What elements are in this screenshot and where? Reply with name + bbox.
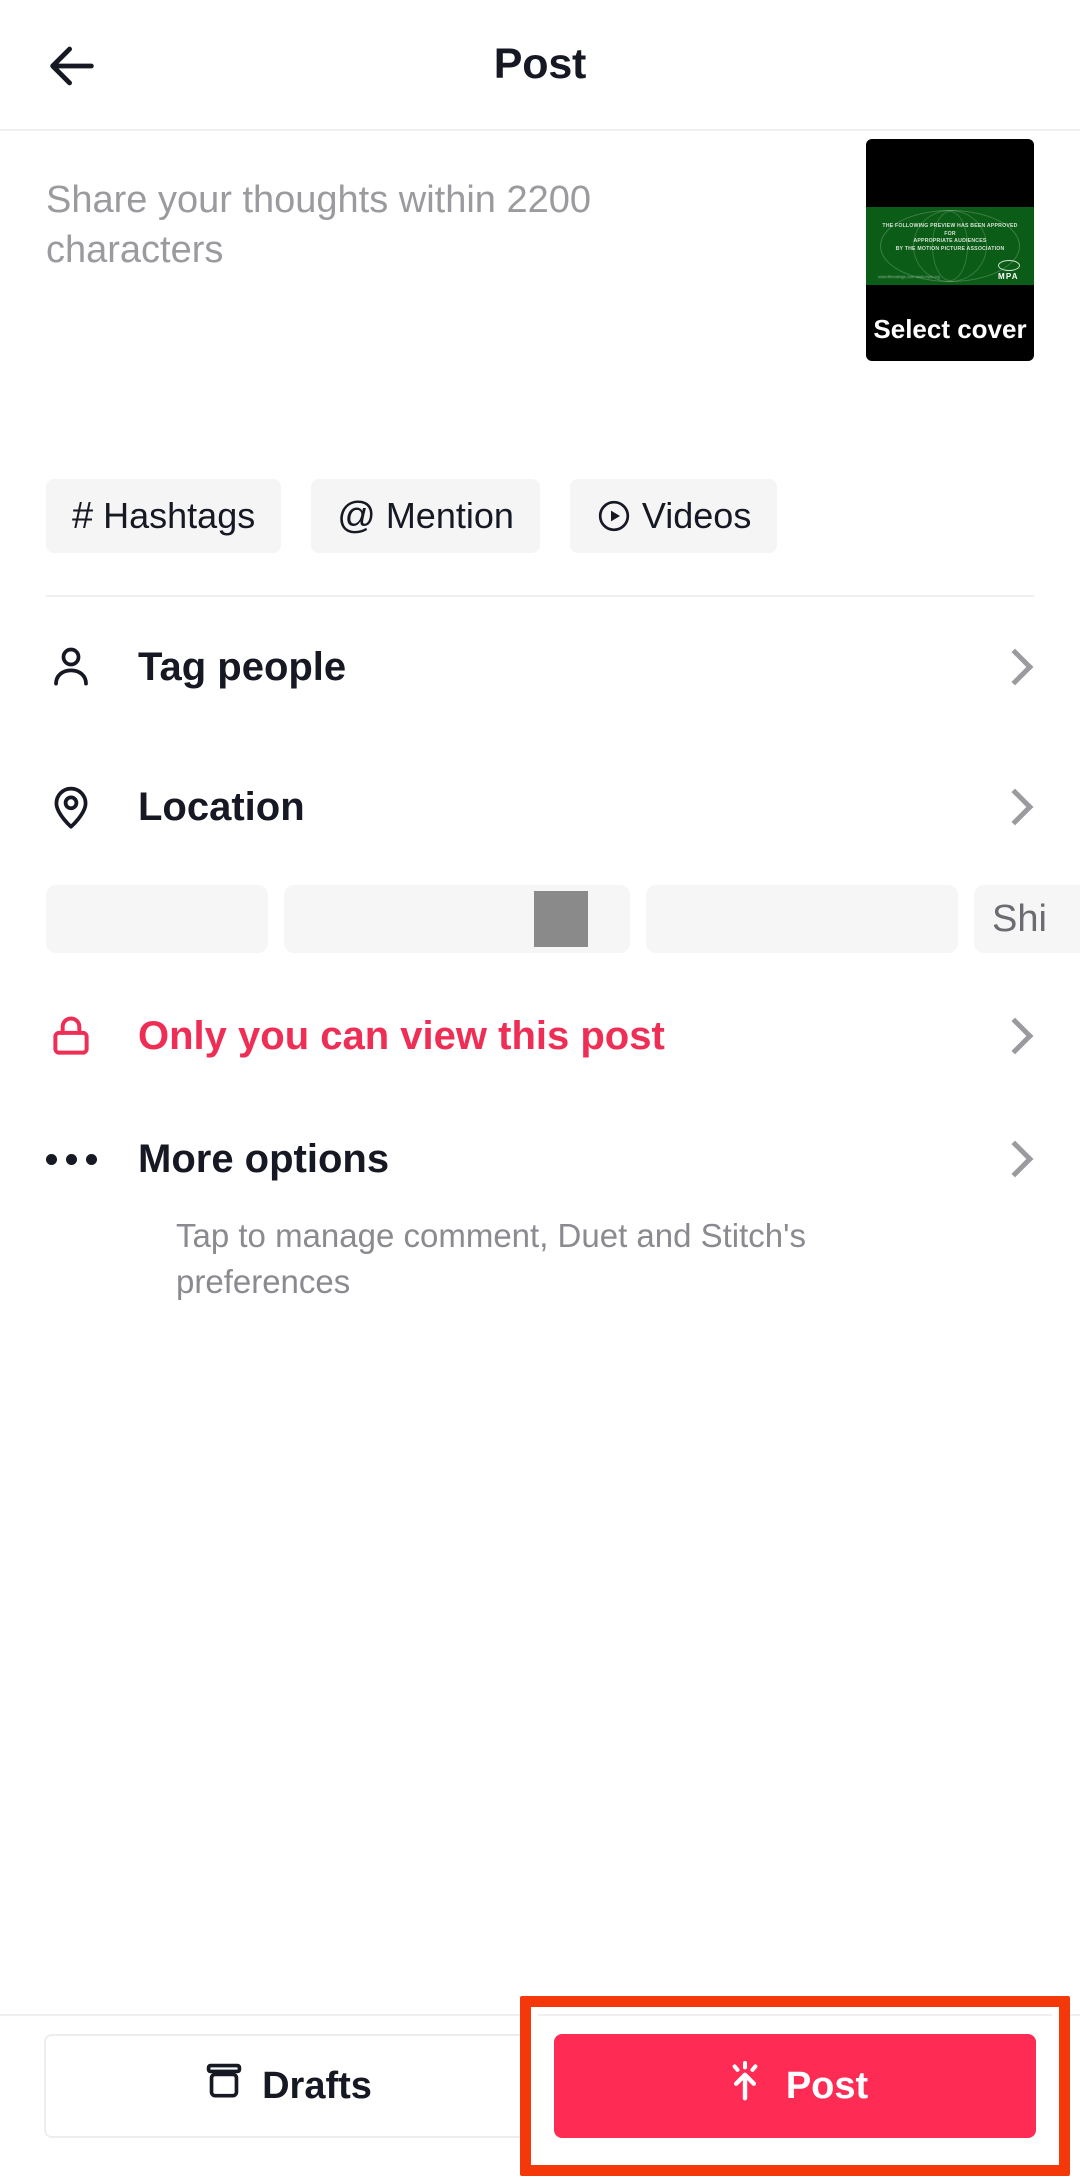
archive-box-icon [202,2059,246,2113]
chevron-right-icon [996,788,1034,826]
back-button[interactable] [34,28,110,104]
skeleton-chip [284,885,630,953]
skeleton-chip [646,885,958,953]
header-bar: Post [0,0,1080,131]
row-more-options[interactable]: More options Tap to manage comment, Duet… [0,1111,1080,1304]
chip-videos[interactable]: Videos [569,479,778,553]
mpa-band-line-3: BY THE MOTION PICTURE ASSOCIATION [895,245,1005,252]
person-icon [46,642,100,692]
post-button-wrapper: Post [520,1996,1070,2176]
more-options-title: More options [138,1136,390,1181]
drafts-label: Drafts [262,2064,372,2107]
bottom-action-bar: Drafts Post [0,1996,1080,2180]
arrow-left-icon [50,46,94,86]
chip-mention[interactable]: @ Mention [311,479,540,553]
share-options-loading-row: Shi [0,877,1080,961]
drafts-button[interactable]: Drafts [44,2034,530,2138]
row-privacy[interactable]: Only you can view this post [0,961,1080,1111]
chip-videos-label: Videos [641,495,752,536]
mpa-logo-text: MPA [998,272,1019,281]
row-tag-people[interactable]: Tag people [0,597,1080,737]
play-circle-icon [596,498,632,534]
mpa-ring-icon [998,260,1020,271]
caption-section: Share your thoughts within 2200 characte… [0,131,1080,481]
row-tag-people-label: Tag people [138,644,347,689]
more-options-subtitle: Tap to manage comment, Duet and Stitch's… [176,1217,806,1300]
select-cover-label[interactable]: Select cover [866,304,1034,361]
post-screen: Post Share your thoughts within 2200 cha… [0,0,1080,2180]
ellipsis-icon [46,1153,100,1165]
mpa-band-line-2: APPROPRIATE AUDIENCES [913,238,987,245]
row-privacy-label: Only you can view this post [138,1013,665,1058]
row-location[interactable]: Location [0,737,1080,877]
mpa-band-small-text: www.filmratings.com www.mpa.org [878,274,940,279]
chevron-right-icon [996,1017,1034,1055]
post-label: Post [785,2064,869,2107]
post-button[interactable]: Post [554,2034,1036,2138]
mpa-band-text: THE FOLLOWING PREVIEW HAS BEEN APPROVED … [866,223,1034,253]
hashtag-icon: # [72,495,94,537]
skeleton-thumb-block [534,891,588,947]
caption-input-placeholder[interactable]: Share your thoughts within 2200 characte… [46,175,746,275]
mpa-logo: MPA [998,260,1020,281]
mpa-band-line-1: THE FOLLOWING PREVIEW HAS BEEN APPROVED … [882,223,1018,237]
chevron-right-icon [996,1140,1034,1178]
chip-hashtags[interactable]: # Hashtags [46,479,282,553]
video-cover-thumbnail[interactable]: THE FOLLOWING PREVIEW HAS BEEN APPROVED … [866,139,1034,361]
location-pin-icon [46,782,100,832]
mpa-green-band: THE FOLLOWING PREVIEW HAS BEEN APPROVED … [866,207,1034,285]
upload-sparkle-icon [722,2058,768,2114]
skeleton-chip [46,885,268,953]
lock-icon [46,1011,100,1061]
share-to-partial-chip[interactable]: Shi [974,885,1080,953]
chevron-right-icon [996,648,1034,686]
page-title: Post [493,40,587,88]
chip-mention-label: Mention [385,495,514,536]
at-mention-icon: @ [337,495,376,537]
chip-hashtags-label: Hashtags [103,495,256,536]
quick-insert-chips: # Hashtags @ Mention Videos [0,479,1080,553]
row-location-label: Location [138,784,305,829]
more-options-header: More options [46,1111,1034,1207]
